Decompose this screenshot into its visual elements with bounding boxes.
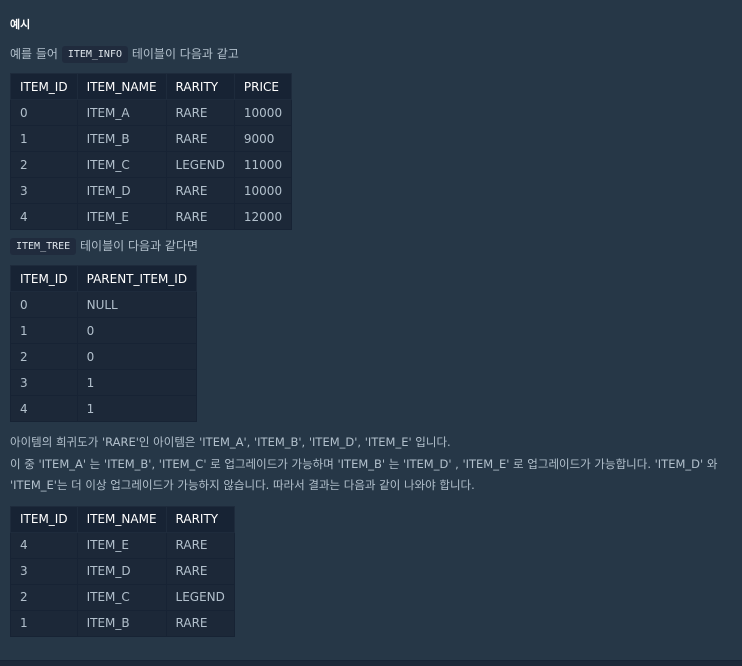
table-cell: ITEM_B (76, 609, 167, 637)
table-cell: RARE (165, 177, 235, 204)
result-table: ITEM_ID ITEM_NAME RARITY 4 ITEM_E RARE 3… (10, 505, 235, 637)
table-cell: 0 (10, 291, 78, 318)
intro-prefix: 예를 들어 (10, 47, 58, 61)
table-cell: 11000 (233, 151, 293, 178)
table-cell: 4 (10, 203, 78, 230)
table-row: 4 ITEM_E RARE (10, 531, 235, 559)
table-cell: ITEM_E (76, 531, 167, 559)
table-cell: RARE (165, 99, 235, 126)
table-cell: 4 (10, 531, 78, 559)
table-cell: 2 (10, 583, 78, 611)
item-tree-code: ITEM_TREE (10, 238, 77, 255)
item-info-header-cell: ITEM_ID (10, 73, 78, 100)
table-cell: ITEM_D (76, 177, 167, 204)
item-info-header-row: ITEM_ID ITEM_NAME RARITY PRICE (10, 73, 293, 100)
table-cell: RARE (165, 203, 235, 230)
table-cell: ITEM_D (76, 557, 167, 585)
table-cell: 4 (10, 395, 78, 422)
table-cell: LEGEND (165, 583, 235, 611)
table-cell: ITEM_E (76, 203, 167, 230)
table-cell: 1 (10, 125, 78, 152)
table-cell: 1 (10, 317, 78, 344)
bottom-divider (0, 660, 742, 666)
tree-intro-suffix: 테이블이 다음과 같다면 (80, 239, 199, 253)
table-cell: 1 (10, 609, 78, 637)
tree-intro-line: ITEM_TREE 테이블이 다음과 같다면 (10, 236, 734, 256)
table-cell: RARE (165, 531, 235, 559)
item-info-table: ITEM_ID ITEM_NAME RARITY PRICE 0 ITEM_A … (10, 73, 293, 230)
table-row: 3 1 (10, 369, 198, 396)
table-cell: 10000 (233, 99, 293, 126)
table-row: 2 ITEM_C LEGEND (10, 583, 235, 611)
table-cell: 3 (10, 369, 78, 396)
explanation-paragraph: 아이템의 희귀도가 'RARE'인 아이템은 'ITEM_A', 'ITEM_B… (10, 432, 734, 497)
table-row: 2 0 (10, 343, 198, 370)
table-row: 4 ITEM_E RARE 12000 (10, 203, 293, 230)
example-section: 예시 예를 들어 ITEM_INFO 테이블이 다음과 같고 ITEM_ID I… (10, 0, 734, 637)
table-cell: ITEM_C (76, 151, 167, 178)
table-cell: NULL (76, 291, 198, 318)
result-header-row: ITEM_ID ITEM_NAME RARITY (10, 505, 235, 533)
result-header-cell: RARITY (165, 505, 235, 533)
table-cell: 2 (10, 343, 78, 370)
table-cell: 2 (10, 151, 78, 178)
table-cell: ITEM_B (76, 125, 167, 152)
table-row: 4 1 (10, 395, 198, 422)
item-tree-header-cell: ITEM_ID (10, 265, 78, 292)
item-info-header-cell: PRICE (233, 73, 293, 100)
table-cell: 0 (76, 343, 198, 370)
table-row: 3 ITEM_D RARE (10, 557, 235, 585)
explanation-line: 이 중 'ITEM_A' 는 'ITEM_B', 'ITEM_C' 로 업그레이… (10, 456, 718, 471)
section-heading: 예시 (10, 18, 31, 31)
table-cell: 1 (76, 395, 198, 422)
item-tree-header-cell: PARENT_ITEM_ID (76, 265, 198, 292)
intro-line: 예를 들어 ITEM_INFO 테이블이 다음과 같고 (10, 44, 734, 64)
table-cell: 12000 (233, 203, 293, 230)
explanation-line: 아이템의 희귀도가 'RARE'인 아이템은 'ITEM_A', 'ITEM_B… (10, 435, 451, 449)
table-cell: ITEM_A (76, 99, 167, 126)
table-cell: RARE (165, 609, 235, 637)
table-row: 0 NULL (10, 291, 198, 318)
table-row: 3 ITEM_D RARE 10000 (10, 177, 293, 204)
item-info-header-cell: RARITY (165, 73, 235, 100)
explanation-line: 'ITEM_E'는 더 이상 업그레이드가 가능하지 않습니다. 따라서 결과는… (10, 478, 475, 492)
table-cell: ITEM_C (76, 583, 167, 611)
item-tree-header-row: ITEM_ID PARENT_ITEM_ID (10, 265, 198, 292)
table-cell: 9000 (233, 125, 293, 152)
table-row: 2 ITEM_C LEGEND 11000 (10, 151, 293, 178)
intro-suffix: 테이블이 다음과 같고 (131, 47, 239, 61)
table-cell: 3 (10, 177, 78, 204)
table-row: 1 ITEM_B RARE 9000 (10, 125, 293, 152)
table-cell: 10000 (233, 177, 293, 204)
table-cell: 0 (10, 99, 78, 126)
table-row: 1 ITEM_B RARE (10, 609, 235, 637)
table-row: 0 ITEM_A RARE 10000 (10, 99, 293, 126)
table-cell: RARE (165, 125, 235, 152)
result-header-cell: ITEM_ID (10, 505, 78, 533)
item-info-code: ITEM_INFO (61, 46, 128, 63)
item-tree-table: ITEM_ID PARENT_ITEM_ID 0 NULL 1 0 2 0 3 … (10, 265, 198, 422)
table-row: 1 0 (10, 317, 198, 344)
table-cell: RARE (165, 557, 235, 585)
table-cell: LEGEND (165, 151, 235, 178)
item-info-header-cell: ITEM_NAME (76, 73, 167, 100)
result-header-cell: ITEM_NAME (76, 505, 167, 533)
table-cell: 1 (76, 369, 198, 396)
table-cell: 0 (76, 317, 198, 344)
table-cell: 3 (10, 557, 78, 585)
